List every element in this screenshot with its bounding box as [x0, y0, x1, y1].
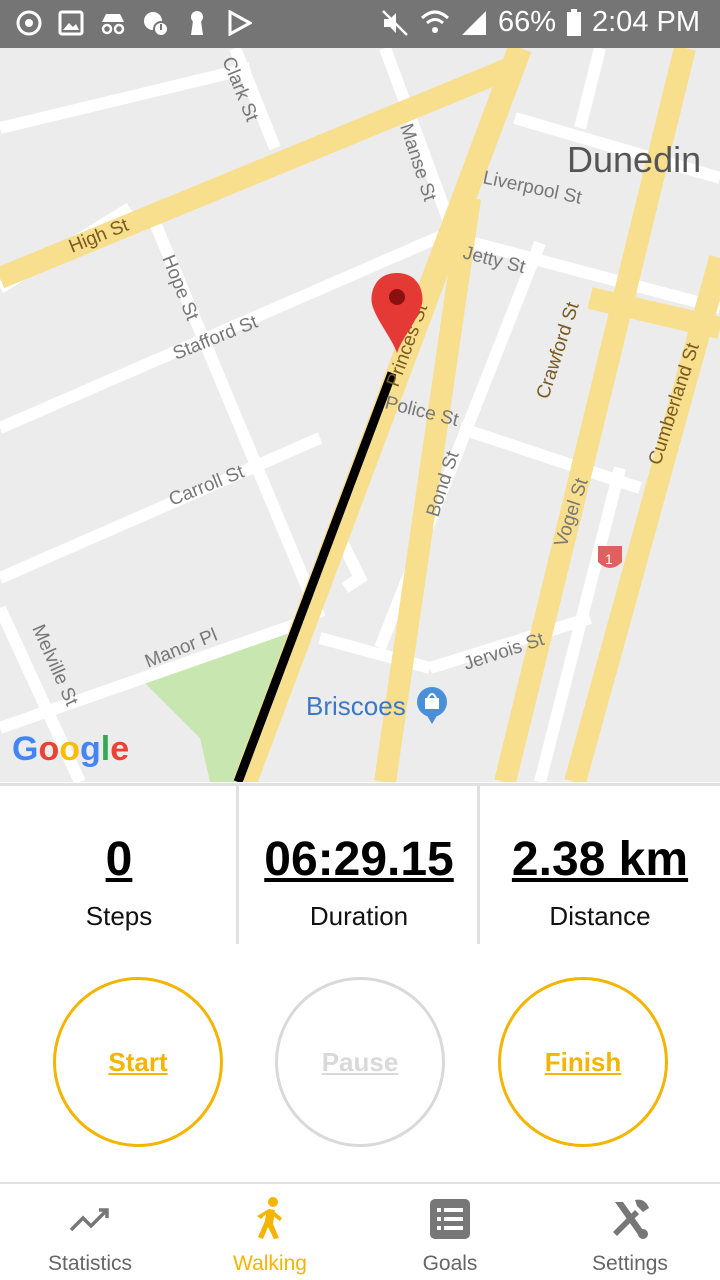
distance-value: 2.38 km	[511, 833, 689, 886]
nav-statistics-label: Statistics	[47, 1252, 133, 1275]
list-icon	[430, 1199, 470, 1239]
nav-goals[interactable]: Goals	[360, 1184, 540, 1280]
battery-icon	[566, 8, 582, 37]
steps-stat: 0 Steps	[0, 786, 238, 944]
pause-button[interactable]: Pause	[275, 977, 445, 1147]
poi-label-briscoes: Briscoes	[306, 691, 406, 721]
system-status: 66% 2:04 PM	[380, 6, 700, 39]
start-button[interactable]: Start	[53, 977, 223, 1147]
street-label-vogel: Vogel St	[551, 475, 593, 549]
notification-icons	[14, 8, 254, 38]
nav-walking[interactable]: Walking	[180, 1184, 360, 1280]
svg-text:1: 1	[605, 551, 613, 567]
wifi-icon	[420, 8, 450, 38]
sync-icon	[14, 8, 44, 38]
nav-goals-label: Goals	[422, 1252, 478, 1275]
duration-value: 06:29.15	[264, 833, 454, 886]
battery-percent: 66%	[497, 6, 556, 38]
stats-panel: 0 Steps 06:29.15 Duration 2.38 km Distan…	[0, 783, 720, 944]
google-logo: Google	[12, 730, 129, 768]
map-canvas: High St Clark St Manse St Liverpool St J…	[0, 48, 720, 782]
duration-stat: 06:29.15 Duration	[240, 786, 478, 944]
status-bar: 66% 2:04 PM	[0, 0, 720, 48]
walking-person-icon	[257, 1197, 282, 1239]
chat-alert-icon	[140, 8, 170, 38]
distance-label: Distance	[549, 901, 651, 931]
incognito-icon	[98, 8, 128, 38]
stat-divider	[477, 786, 480, 944]
steps-label: Steps	[85, 901, 153, 931]
play-store-icon	[224, 8, 254, 38]
trending-up-icon	[69, 1208, 109, 1232]
nav-statistics[interactable]: Statistics	[0, 1184, 180, 1280]
signal-icon	[460, 9, 488, 37]
nav-settings-label: Settings	[592, 1252, 668, 1275]
tools-icon	[613, 1199, 649, 1239]
mute-icon	[380, 8, 410, 38]
gallery-icon	[56, 8, 86, 38]
clock: 2:04 PM	[592, 6, 700, 38]
finish-button[interactable]: Finish	[498, 977, 668, 1147]
street-label-carroll: Carroll St	[166, 461, 248, 510]
nav-settings[interactable]: Settings	[540, 1184, 720, 1280]
state-highway-badge: 1	[598, 546, 622, 568]
duration-label: Duration	[309, 901, 409, 931]
steps-value: 0	[105, 833, 133, 886]
stat-divider	[236, 786, 239, 944]
keyhole-icon	[182, 8, 212, 38]
bottom-navigation: Statistics Walking Goals Settings	[0, 1182, 720, 1280]
street-label-hope: Hope St	[157, 252, 202, 324]
city-label: Dunedin	[567, 139, 701, 180]
nav-walking-label: Walking	[233, 1252, 307, 1275]
shopping-bag-icon[interactable]	[417, 687, 447, 724]
distance-stat: 2.38 km Distance	[481, 786, 719, 944]
map-view[interactable]: High St Clark St Manse St Liverpool St J…	[0, 48, 720, 782]
street-label-crawford: Crawford St	[533, 299, 584, 402]
